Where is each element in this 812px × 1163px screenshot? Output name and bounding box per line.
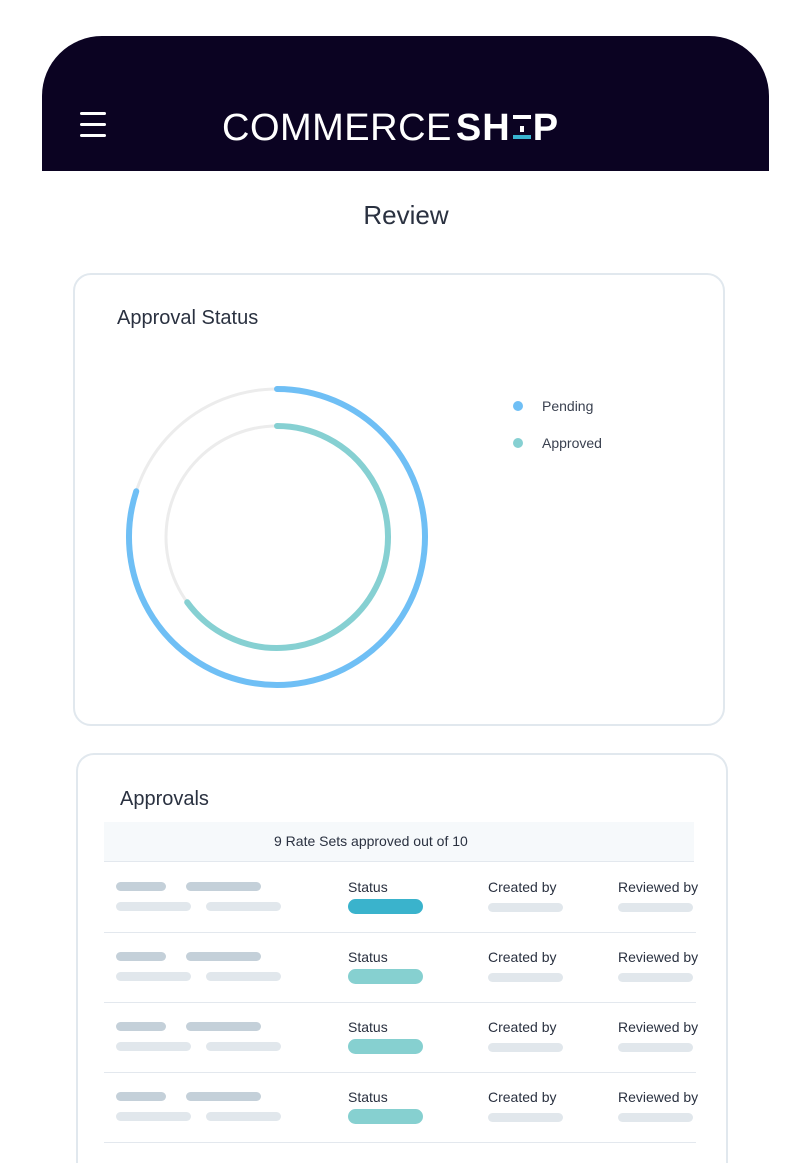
approval-row[interactable]: Status Created by Reviewed by: [104, 1073, 699, 1143]
commerceship-logo[interactable]: COMMERCE SH P: [222, 108, 559, 148]
detail-placeholder: [116, 972, 191, 981]
detail-placeholder: [116, 902, 191, 911]
approvals-title: Approvals: [120, 788, 209, 810]
approval-row[interactable]: Status Created by Reviewed by: [104, 863, 699, 933]
name-placeholder: [116, 952, 166, 961]
app-header: COMMERCE SH P: [42, 36, 769, 171]
status-label: Status: [348, 949, 388, 965]
created-by-placeholder: [488, 1113, 563, 1122]
approval-status-card: Approval Status Pending Approved: [73, 273, 725, 726]
approval-row[interactable]: Status Created by Reviewed by: [104, 933, 699, 1003]
logo-i-mark-icon: [512, 113, 531, 143]
logo-text-bold-1: SH: [455, 107, 511, 149]
approval-status-title: Approval Status: [117, 307, 259, 329]
legend-item-pending[interactable]: Pending: [513, 387, 602, 424]
created-by-placeholder: [488, 1043, 563, 1052]
reviewed-by-label: Reviewed by: [618, 879, 699, 895]
pending-dot-icon: [513, 400, 523, 411]
reviewed-by-label: Reviewed by: [618, 1089, 699, 1105]
approved-dot-icon: [513, 437, 523, 448]
status-pill: [348, 1039, 423, 1054]
name-placeholder: [116, 1092, 166, 1101]
page-title: Review: [363, 200, 449, 230]
created-by-placeholder: [488, 903, 563, 912]
reviewed-by-label: Reviewed by: [618, 1019, 699, 1035]
approved-ring-arc: [184, 423, 392, 651]
status-label: Status: [348, 879, 388, 895]
status-pill: [348, 899, 423, 914]
name-placeholder: [116, 882, 166, 891]
logo-text-light: COMMERCE: [222, 107, 452, 149]
hamburger-menu-icon[interactable]: [80, 108, 108, 142]
created-by-label: Created by: [488, 949, 557, 965]
status-pill: [348, 969, 423, 984]
reviewed-by-placeholder: [618, 973, 693, 982]
reviewed-by-label: Reviewed by: [618, 949, 699, 965]
created-by-label: Created by: [488, 879, 557, 895]
detail-placeholder: [116, 1042, 191, 1051]
reviewed-by-placeholder: [618, 1113, 693, 1122]
legend-label-pending: Pending: [542, 397, 594, 414]
reviewed-by-placeholder: [618, 903, 693, 912]
legend-item-approved[interactable]: Approved: [513, 424, 602, 461]
approvals-summary: 9 Rate Sets approved out of 10: [104, 822, 694, 862]
logo-text-bold-2: P: [532, 107, 560, 149]
status-pill: [348, 1109, 423, 1124]
approval-status-donut-chart: [126, 386, 428, 688]
detail-placeholder: [206, 1042, 281, 1051]
created-by-label: Created by: [488, 1089, 557, 1105]
name-placeholder: [186, 1022, 261, 1031]
name-placeholder: [186, 1092, 261, 1101]
name-placeholder: [186, 882, 261, 891]
name-placeholder: [186, 952, 261, 961]
status-label: Status: [348, 1019, 388, 1035]
detail-placeholder: [206, 972, 281, 981]
name-placeholder: [116, 1022, 166, 1031]
legend-label-approved: Approved: [542, 434, 602, 451]
approval-row[interactable]: Status Created by Reviewed by: [104, 1003, 699, 1073]
detail-placeholder: [116, 1112, 191, 1121]
created-by-placeholder: [488, 973, 563, 982]
status-label: Status: [348, 1089, 388, 1105]
approval-status-legend: Pending Approved: [513, 387, 602, 461]
created-by-label: Created by: [488, 1019, 557, 1035]
reviewed-by-placeholder: [618, 1043, 693, 1052]
detail-placeholder: [206, 1112, 281, 1121]
detail-placeholder: [206, 902, 281, 911]
